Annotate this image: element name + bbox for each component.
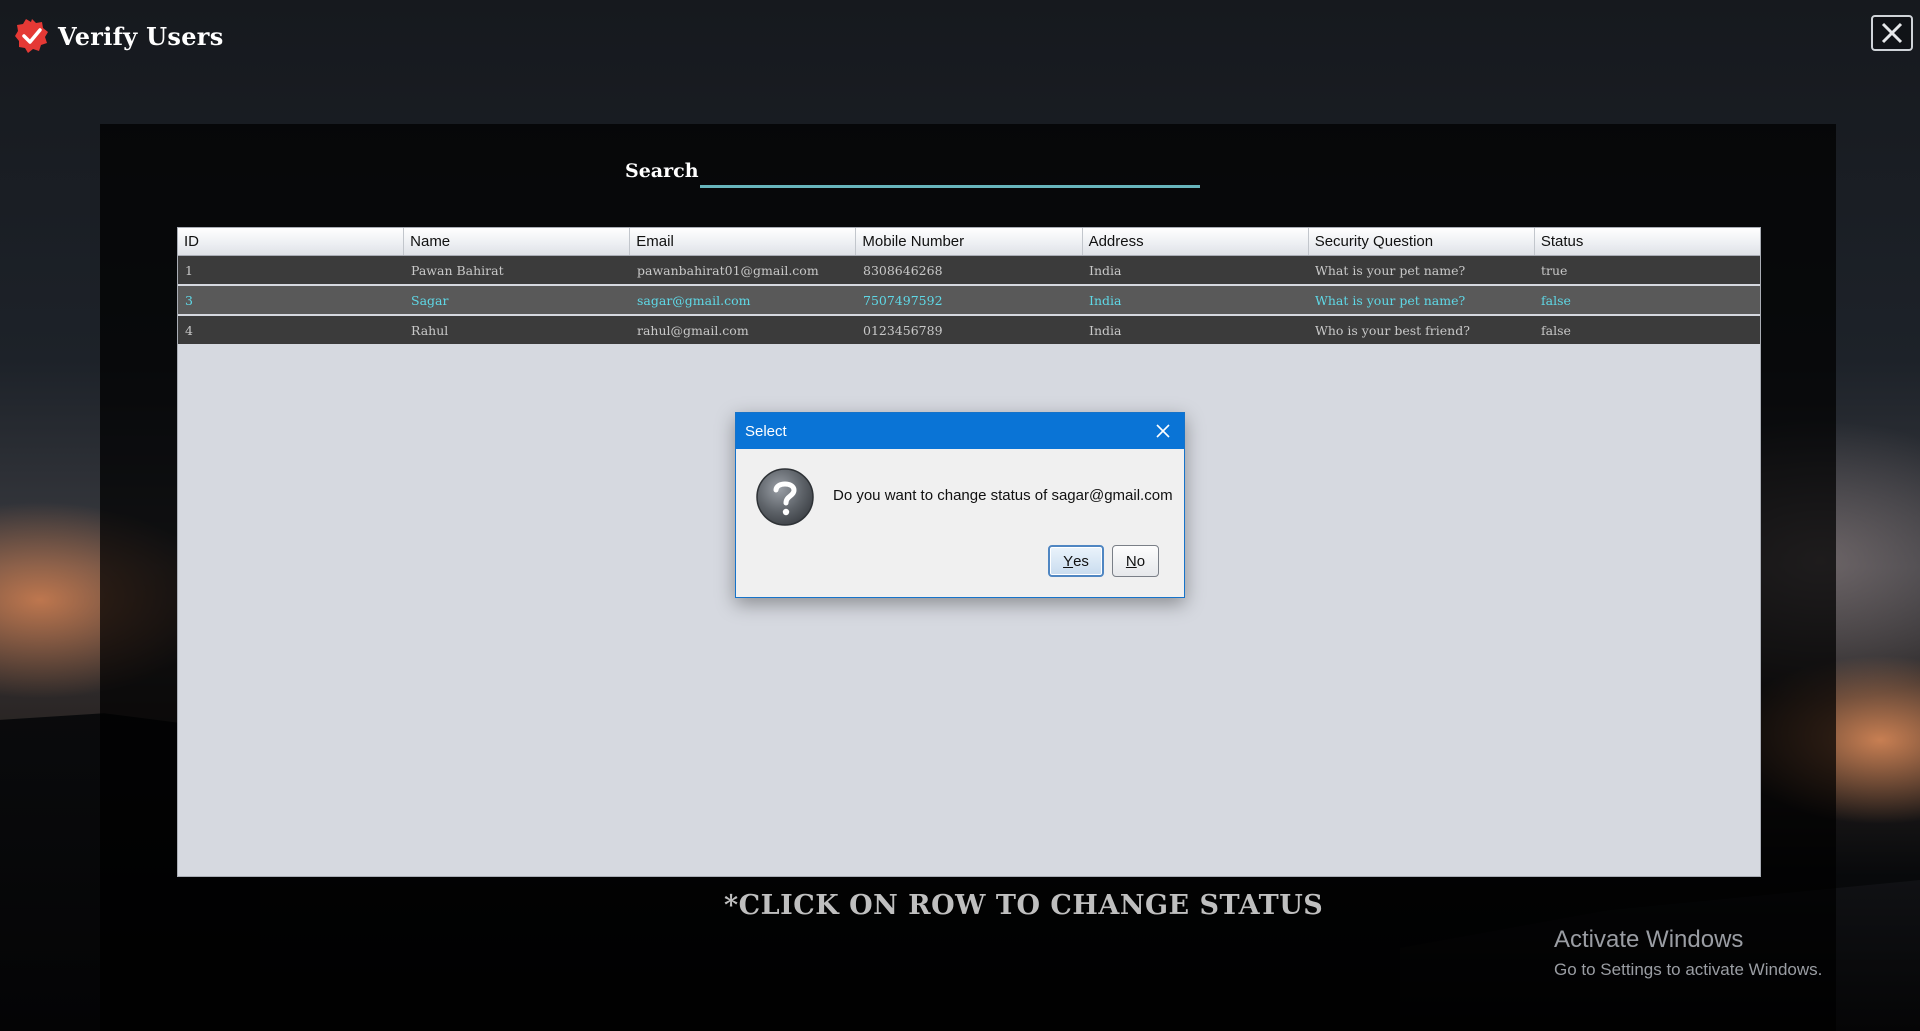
column-header-id[interactable]: ID bbox=[178, 228, 405, 255]
cell-email: rahul@gmail.com bbox=[637, 322, 749, 338]
cell-id: 4 bbox=[185, 322, 193, 338]
close-button[interactable] bbox=[1871, 15, 1913, 51]
yes-button-mnemonic: Y bbox=[1063, 552, 1074, 570]
dialog-close-button[interactable] bbox=[1150, 418, 1176, 444]
column-header-email[interactable]: Email bbox=[630, 228, 857, 255]
cell-name: Pawan Bahirat bbox=[411, 262, 504, 278]
question-icon bbox=[756, 468, 814, 526]
watermark-title: Activate Windows bbox=[1554, 926, 1744, 953]
cell-id: 1 bbox=[185, 262, 193, 278]
watermark-subtitle: Go to Settings to activate Windows. bbox=[1554, 960, 1823, 979]
search-label: Search bbox=[625, 160, 699, 182]
cell-mobile: 7507497592 bbox=[863, 292, 943, 308]
cell-status: false bbox=[1541, 322, 1571, 338]
column-header-name[interactable]: Name bbox=[404, 228, 631, 255]
cell-security-question: What is your pet name? bbox=[1315, 292, 1466, 308]
table-row-selected[interactable]: 3 Sagar sagar@gmail.com 7507497592 India… bbox=[178, 286, 1760, 316]
yes-button-label: es bbox=[1073, 552, 1089, 570]
cell-email: sagar@gmail.com bbox=[637, 292, 751, 308]
yes-button[interactable]: Yes bbox=[1048, 545, 1104, 577]
table-row[interactable]: 1 Pawan Bahirat pawanbahirat01@gmail.com… bbox=[178, 256, 1760, 286]
title-bar: Verify Users bbox=[14, 14, 224, 58]
column-header-mobile[interactable]: Mobile Number bbox=[856, 228, 1083, 255]
no-button-mnemonic: N bbox=[1125, 552, 1137, 570]
click-row-hint: *CLICK ON ROW TO CHANGE STATUS bbox=[724, 890, 1324, 921]
search-input[interactable] bbox=[700, 156, 1200, 188]
cell-address: India bbox=[1089, 322, 1122, 338]
column-header-status[interactable]: Status bbox=[1535, 228, 1760, 255]
dialog-titlebar[interactable]: Select bbox=[736, 413, 1184, 449]
cell-name: Sagar bbox=[411, 292, 449, 308]
cell-security-question: Who is your best friend? bbox=[1315, 322, 1470, 338]
dialog-message: Do you want to change status of sagar@gm… bbox=[833, 487, 1173, 504]
confirm-dialog: Select Do you want to change status of s… bbox=[735, 412, 1185, 598]
verified-badge-icon bbox=[15, 19, 48, 53]
cell-status: false bbox=[1541, 292, 1571, 308]
close-icon bbox=[1881, 22, 1903, 44]
cell-security-question: What is your pet name? bbox=[1315, 262, 1466, 278]
close-icon bbox=[1156, 424, 1170, 438]
cell-id: 3 bbox=[185, 292, 193, 308]
table-row[interactable]: 4 Rahul rahul@gmail.com 0123456789 India… bbox=[178, 316, 1760, 346]
cell-mobile: 0123456789 bbox=[863, 322, 943, 338]
cell-address: India bbox=[1089, 292, 1122, 308]
cell-name: Rahul bbox=[411, 322, 449, 338]
cell-status: true bbox=[1541, 262, 1568, 278]
cell-mobile: 8308646268 bbox=[863, 262, 943, 278]
column-header-security-question[interactable]: Security Question bbox=[1309, 228, 1535, 255]
app-title: Verify Users bbox=[58, 21, 224, 51]
no-button-label: o bbox=[1136, 552, 1146, 570]
column-header-address[interactable]: Address bbox=[1083, 228, 1309, 255]
no-button[interactable]: No bbox=[1112, 545, 1159, 577]
dialog-title: Select bbox=[745, 422, 787, 440]
table-header: ID Name Email Mobile Number Address Secu… bbox=[178, 228, 1760, 256]
cell-address: India bbox=[1089, 262, 1122, 278]
cell-email: pawanbahirat01@gmail.com bbox=[637, 262, 819, 278]
dialog-body: Do you want to change status of sagar@gm… bbox=[736, 449, 1184, 597]
activate-windows-watermark: Activate Windows Go to Settings to activ… bbox=[1554, 926, 1822, 980]
